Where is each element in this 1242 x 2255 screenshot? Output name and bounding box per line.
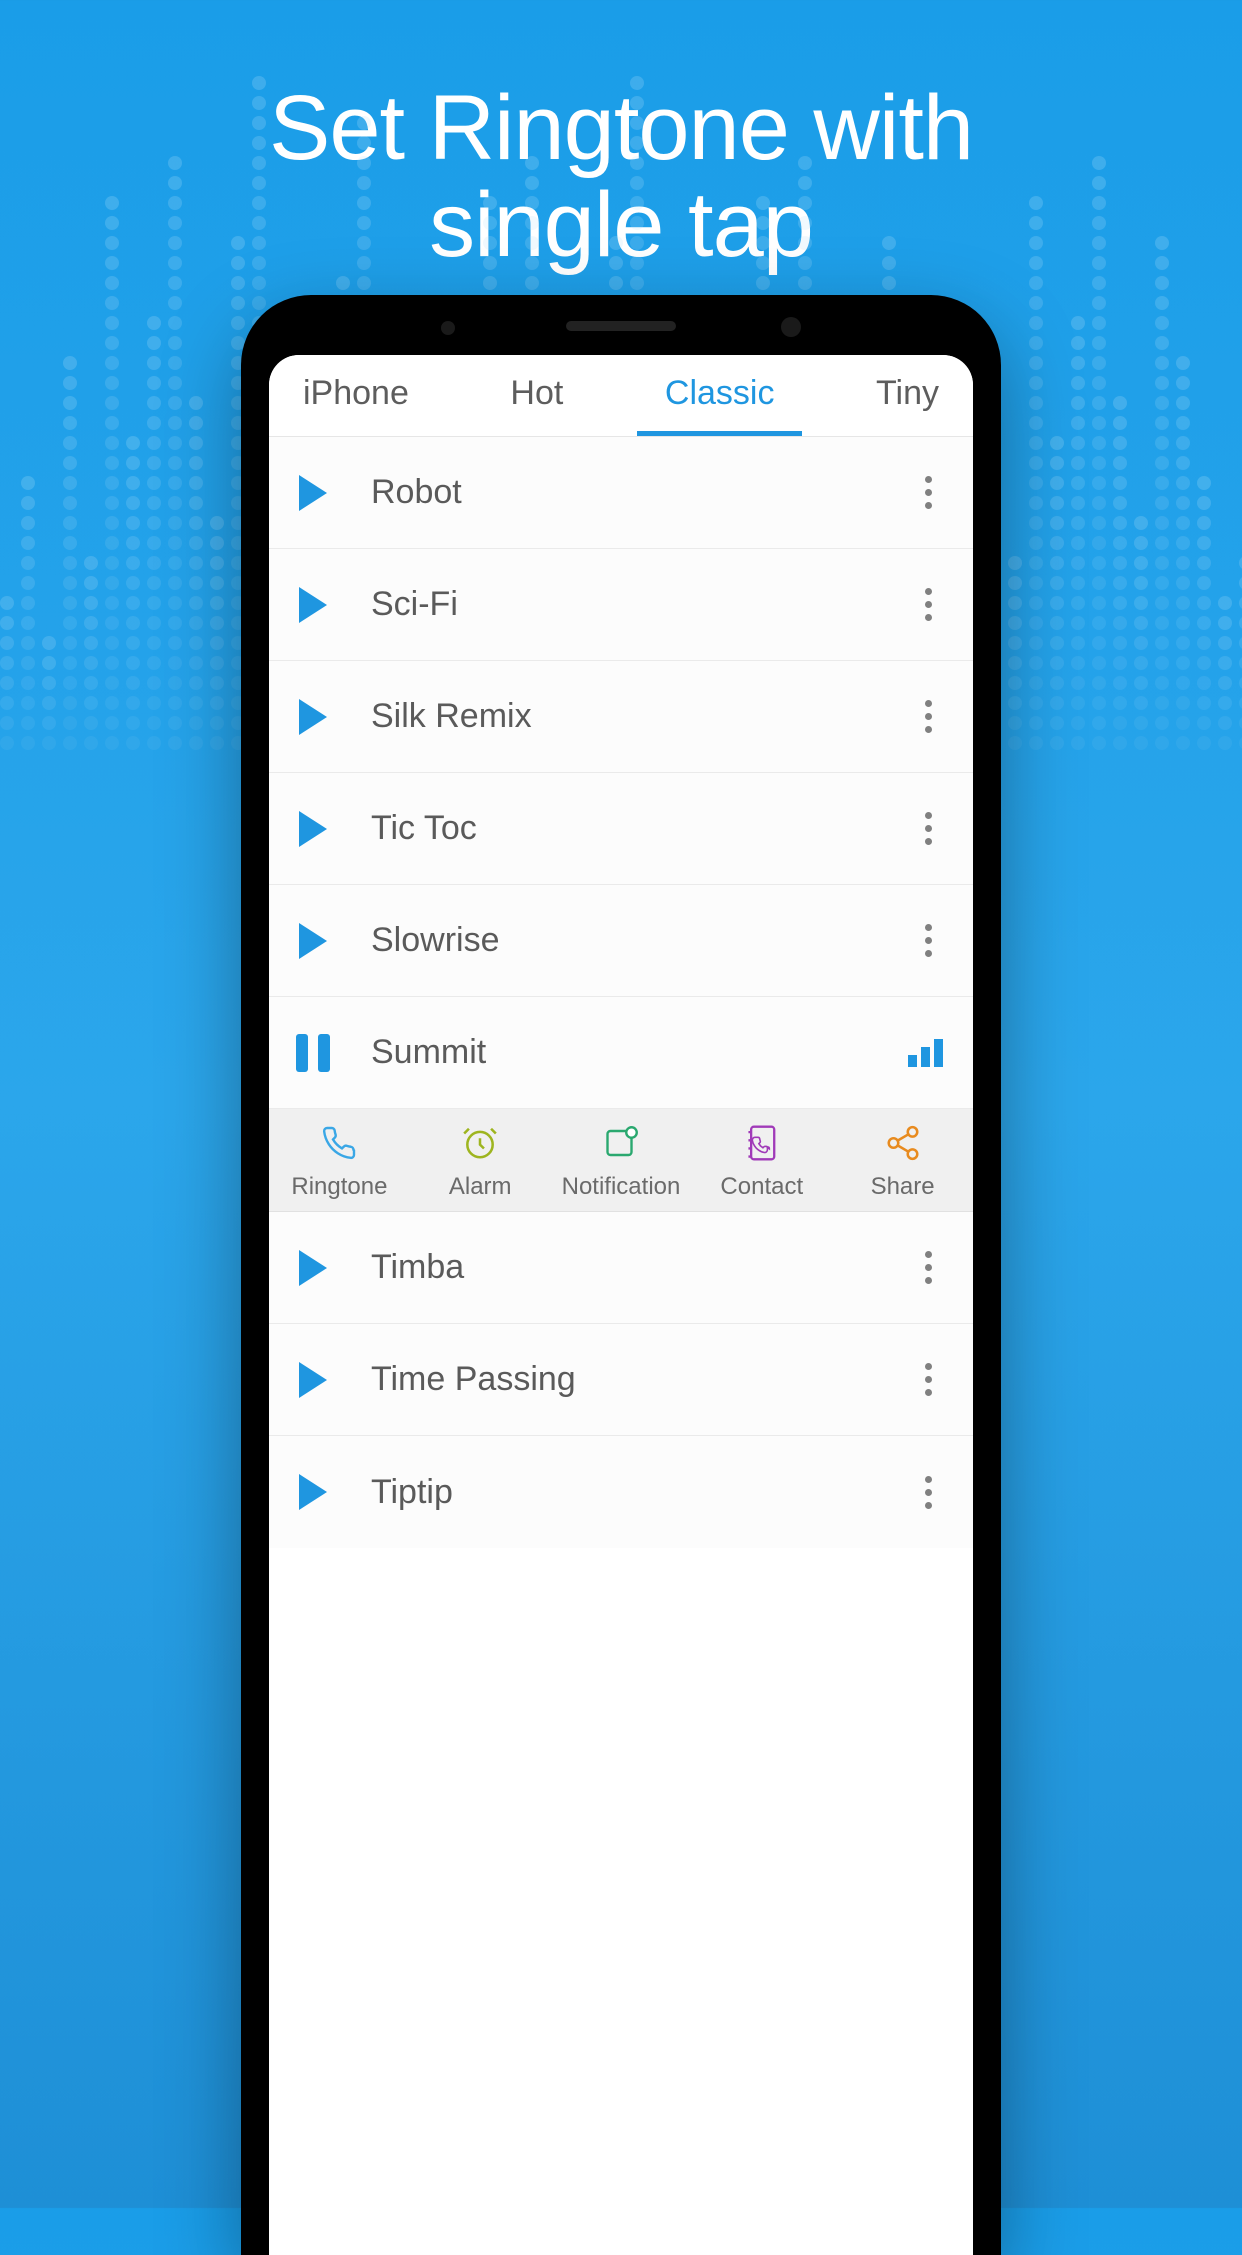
tab-hot[interactable]: Hot — [504, 356, 569, 435]
track-title: Tiptip — [371, 1473, 913, 1512]
play-icon[interactable] — [293, 697, 333, 737]
track-title: Time Passing — [371, 1360, 913, 1399]
list-item[interactable]: Sci-Fi — [269, 549, 973, 661]
phone-camera — [781, 317, 801, 337]
notification-icon — [603, 1123, 639, 1163]
phone-icon — [321, 1123, 357, 1163]
share-icon — [884, 1123, 922, 1163]
action-alarm[interactable]: Alarm — [410, 1123, 551, 1201]
phone-speaker — [566, 321, 676, 331]
list-item[interactable]: Tic Toc — [269, 773, 973, 885]
headline-line-2: single tap — [429, 174, 813, 276]
contact-icon — [745, 1123, 779, 1163]
play-icon[interactable] — [293, 1360, 333, 1400]
more-options-icon[interactable] — [913, 476, 943, 509]
track-title: Robot — [371, 473, 913, 512]
headline-line-1: Set Ringtone with — [269, 77, 973, 179]
action-label: Contact — [720, 1173, 803, 1201]
list-item[interactable]: Silk Remix — [269, 661, 973, 773]
track-title: Tic Toc — [371, 809, 913, 848]
play-icon[interactable] — [293, 473, 333, 513]
more-options-icon[interactable] — [913, 1363, 943, 1396]
play-icon[interactable] — [293, 1472, 333, 1512]
action-label: Share — [871, 1173, 935, 1201]
track-title: Timba — [371, 1248, 913, 1287]
category-tabs: iPhone Hot Classic Tiny — [269, 355, 973, 437]
tab-classic[interactable]: Classic — [659, 356, 781, 435]
more-options-icon[interactable] — [913, 924, 943, 957]
tab-iphone[interactable]: iPhone — [297, 356, 415, 435]
list-item-playing[interactable]: Summit — [269, 997, 973, 1109]
ringtone-list: Robot Sci-Fi Silk Remix Tic Toc Slow — [269, 437, 973, 1548]
action-contact[interactable]: Contact — [691, 1123, 832, 1201]
more-options-icon[interactable] — [913, 588, 943, 621]
more-options-icon[interactable] — [913, 1251, 943, 1284]
play-icon[interactable] — [293, 921, 333, 961]
more-options-icon[interactable] — [913, 812, 943, 845]
track-title: Summit — [371, 1033, 908, 1072]
app-screen: iPhone Hot Classic Tiny Robot Sci-Fi Sil… — [269, 355, 973, 2255]
play-icon[interactable] — [293, 585, 333, 625]
action-label: Ringtone — [291, 1173, 387, 1201]
playing-indicator-icon — [908, 1039, 943, 1067]
alarm-icon — [461, 1123, 499, 1163]
track-title: Sci-Fi — [371, 585, 913, 624]
actions-panel: Ringtone Alarm Notification — [269, 1109, 973, 1212]
list-item[interactable]: Slowrise — [269, 885, 973, 997]
action-ringtone[interactable]: Ringtone — [269, 1123, 410, 1201]
list-item[interactable]: Tiptip — [269, 1436, 973, 1548]
track-title: Slowrise — [371, 921, 913, 960]
pause-icon[interactable] — [293, 1033, 333, 1073]
action-notification[interactable]: Notification — [551, 1123, 692, 1201]
action-share[interactable]: Share — [832, 1123, 973, 1201]
promo-headline: Set Ringtone with single tap — [0, 0, 1242, 273]
phone-sensor — [441, 321, 455, 335]
play-icon[interactable] — [293, 809, 333, 849]
list-item[interactable]: Robot — [269, 437, 973, 549]
action-label: Alarm — [449, 1173, 512, 1201]
list-item[interactable]: Timba — [269, 1212, 973, 1324]
tab-tiny[interactable]: Tiny — [870, 356, 945, 435]
action-label: Notification — [562, 1173, 681, 1201]
more-options-icon[interactable] — [913, 700, 943, 733]
play-icon[interactable] — [293, 1248, 333, 1288]
list-item[interactable]: Time Passing — [269, 1324, 973, 1436]
phone-frame: iPhone Hot Classic Tiny Robot Sci-Fi Sil… — [241, 295, 1001, 2255]
more-options-icon[interactable] — [913, 1476, 943, 1509]
track-title: Silk Remix — [371, 697, 913, 736]
